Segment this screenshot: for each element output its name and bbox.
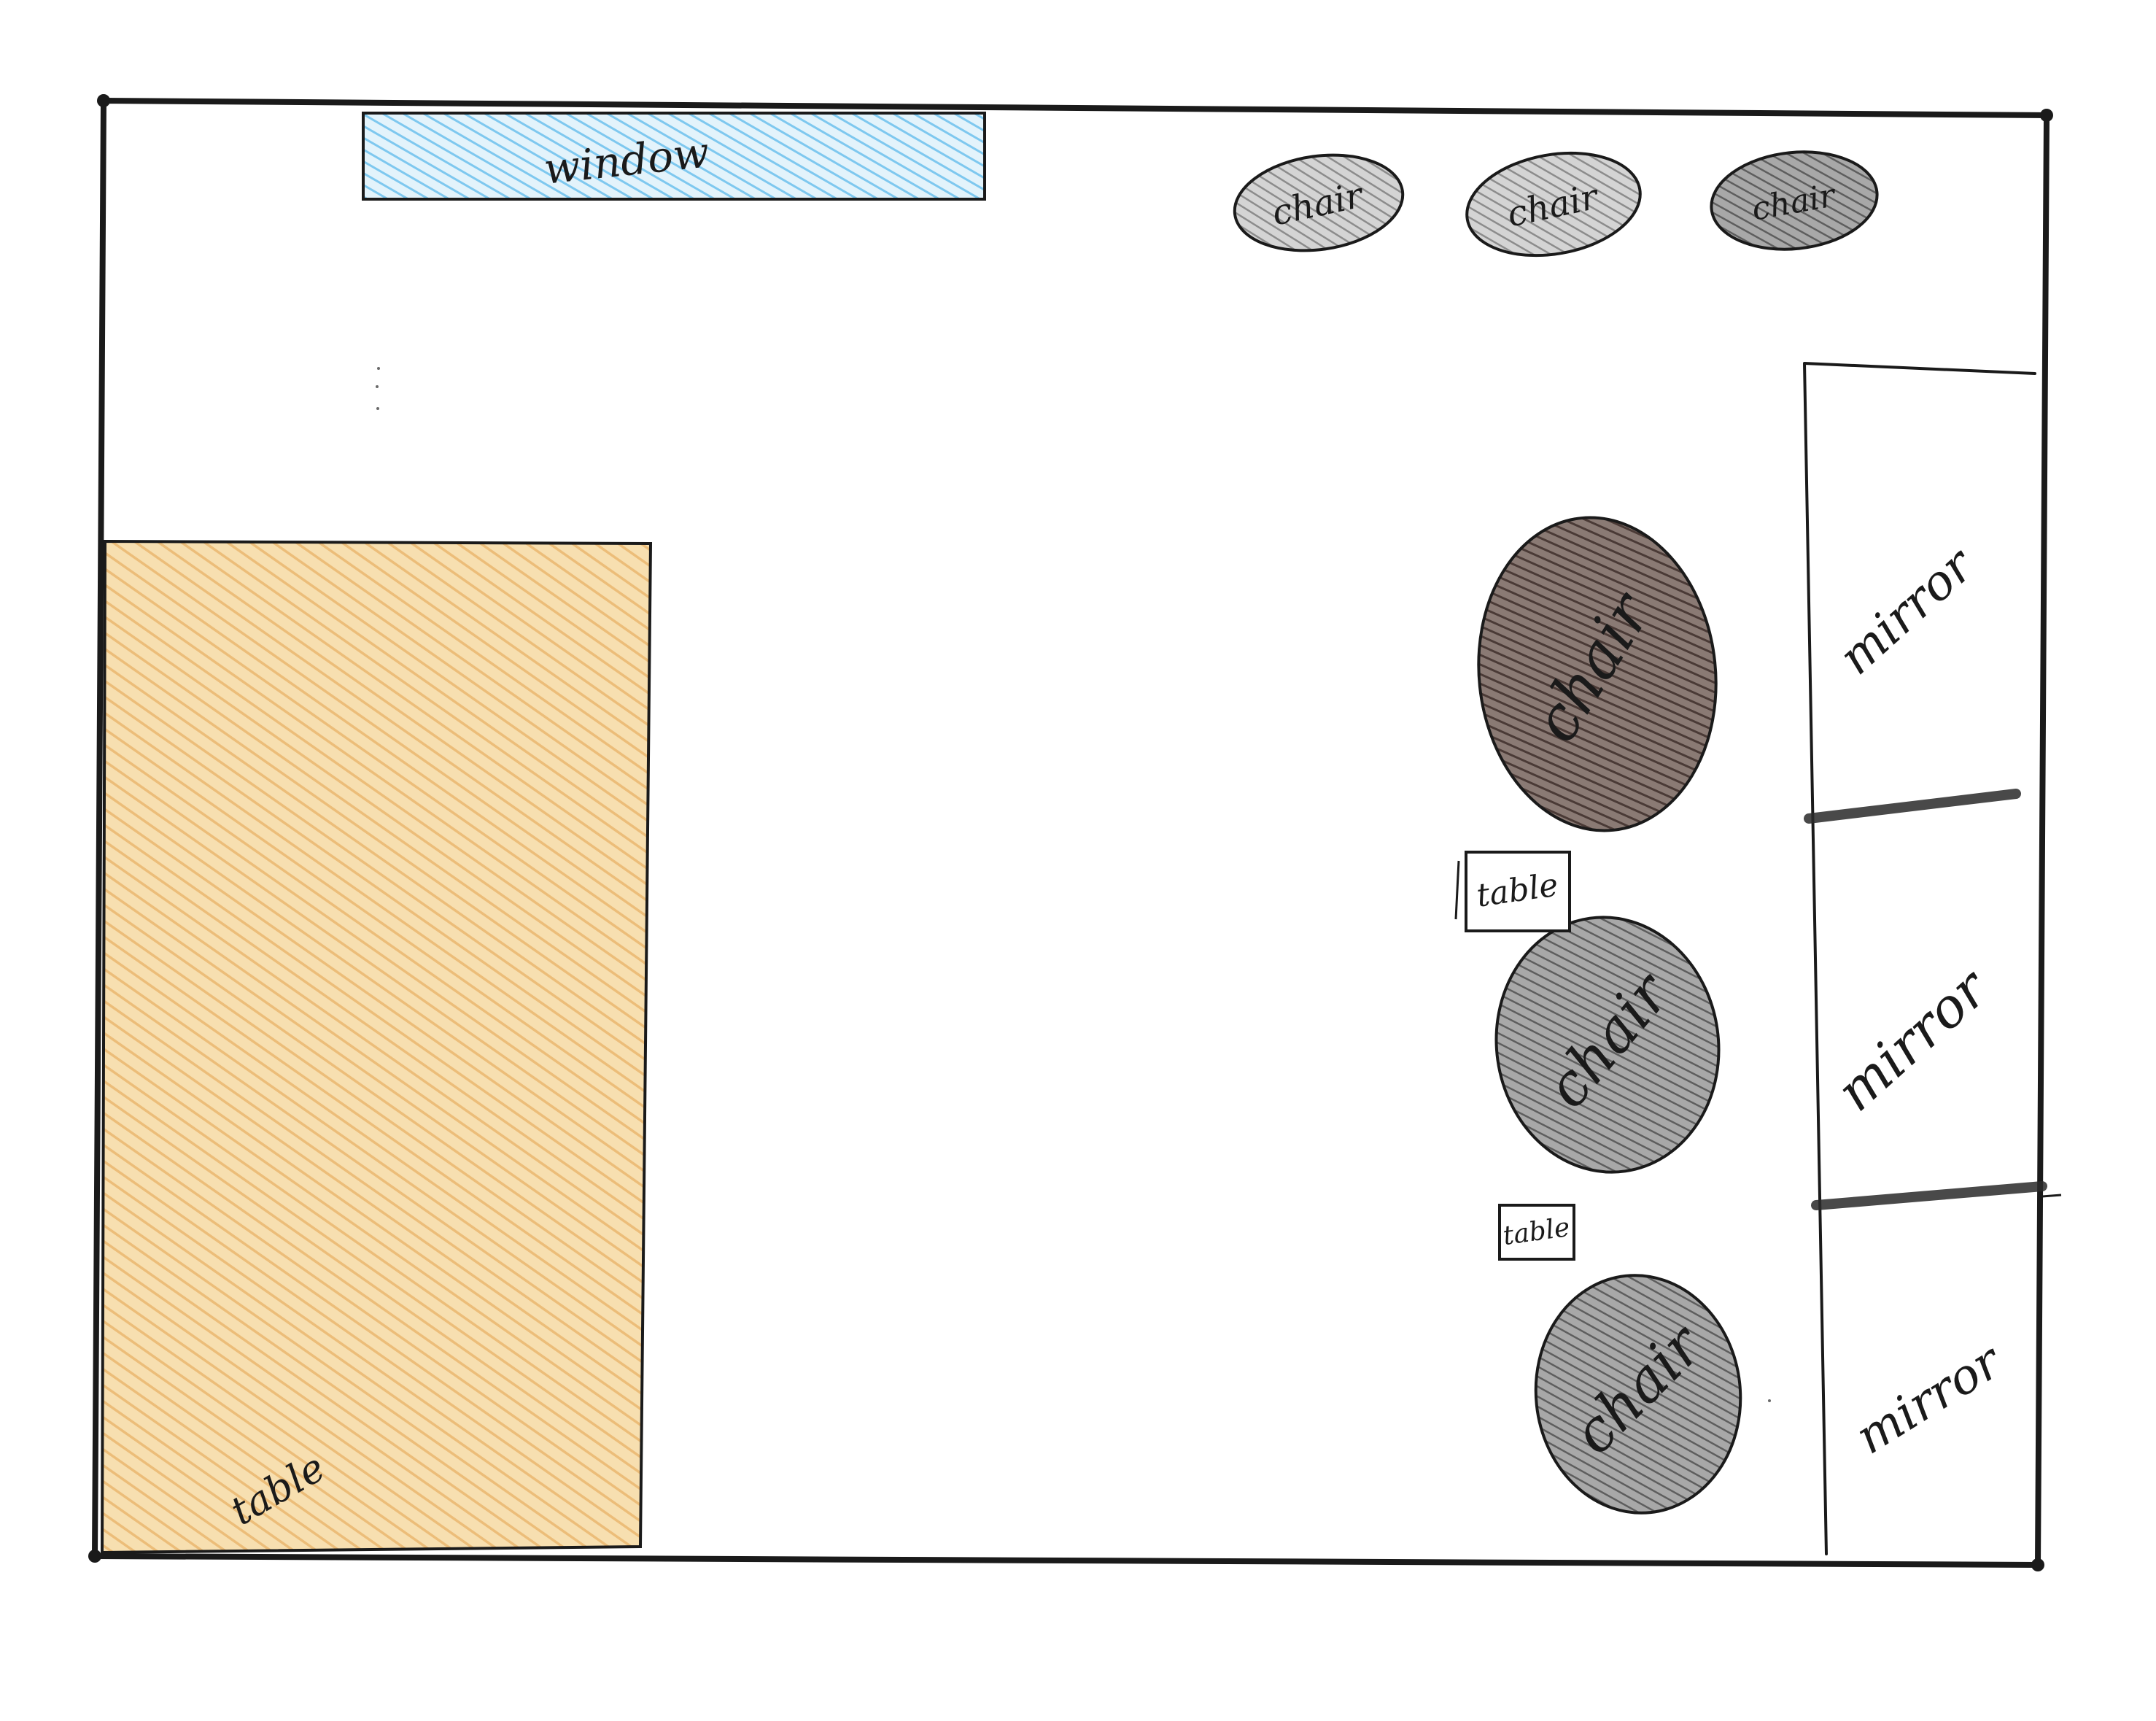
small-table: table <box>1454 851 1571 932</box>
mirror-label: mirror <box>1846 1332 2013 1466</box>
side-chair: chair <box>1494 916 1721 1174</box>
room-corner-dot <box>2031 1558 2044 1571</box>
side-chair: chair <box>1477 516 1718 832</box>
room-corner-dot <box>2040 109 2053 122</box>
window: window <box>362 112 986 201</box>
top-chair: chair <box>1710 150 1879 251</box>
top-chair: chair <box>1233 153 1405 252</box>
mirror-label: mirror <box>1829 535 1986 685</box>
mirror-label: mirror <box>1825 955 2002 1124</box>
top-chair: chair <box>1465 151 1642 258</box>
large-table: table <box>100 539 653 1555</box>
room-corner-dot <box>97 94 110 107</box>
small-table: table <box>1498 1204 1575 1261</box>
floor-plan-sketch: window chair chair chair table chair cha… <box>88 94 2062 1571</box>
room-corner-dot <box>88 1550 101 1563</box>
side-chair: chair <box>1534 1274 1742 1515</box>
